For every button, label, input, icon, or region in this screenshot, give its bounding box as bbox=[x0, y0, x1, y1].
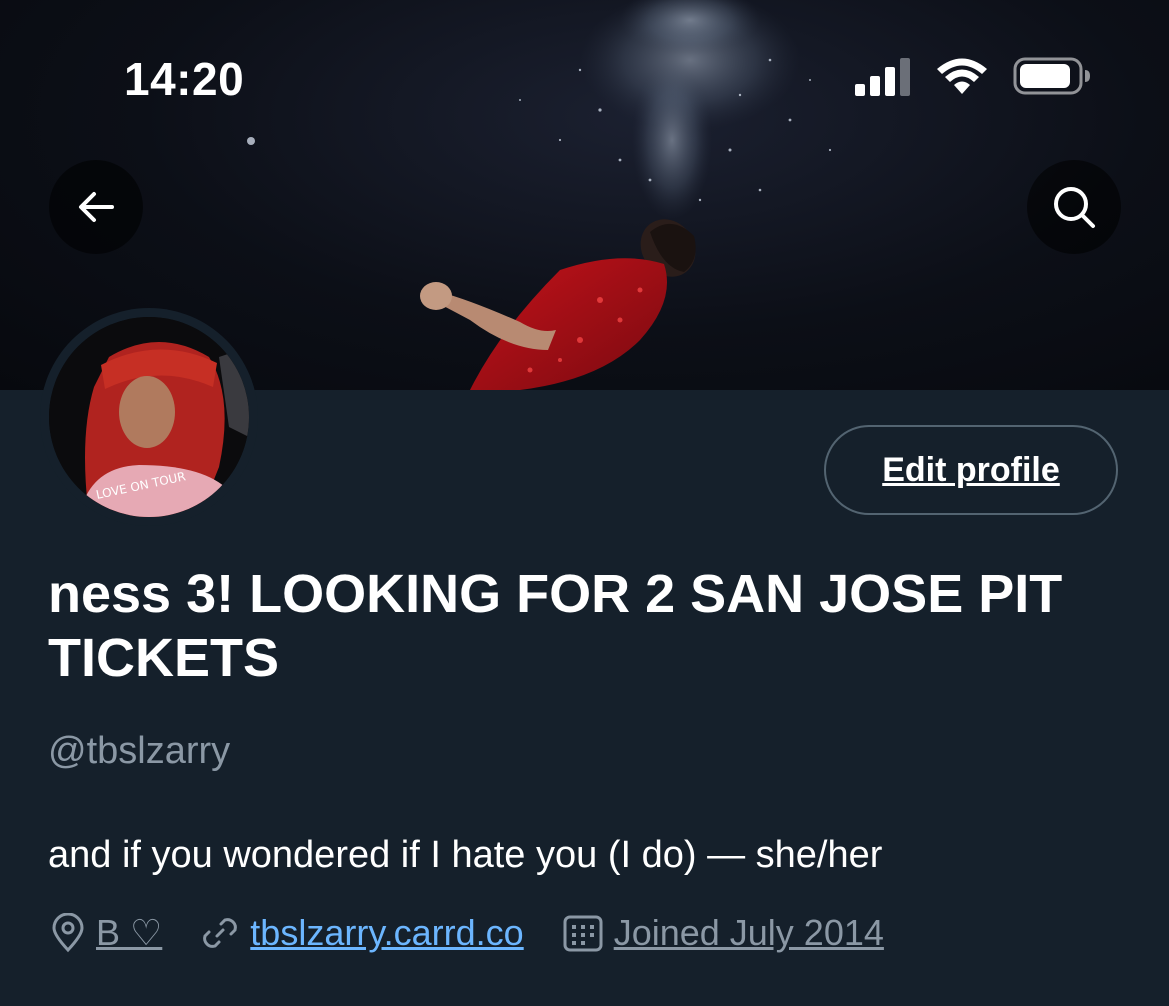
edit-profile-button[interactable]: Edit profile bbox=[824, 425, 1118, 515]
profile-display-name: ness 3! LOOKING FOR 2 SAN JOSE PIT TICKE… bbox=[48, 564, 1063, 688]
avatar-image: LOVE ON TOUR bbox=[49, 317, 249, 517]
battery-icon bbox=[1013, 57, 1090, 95]
search-icon bbox=[1054, 187, 1095, 228]
profile-location-text: B ♡ bbox=[96, 912, 163, 953]
avatar[interactable]: LOVE ON TOUR bbox=[40, 308, 258, 526]
performer-figure bbox=[420, 219, 696, 390]
back-button[interactable] bbox=[49, 160, 143, 254]
profile-screen: 14:20 LOVE ON TOUR Edit profile ness 3! … bbox=[0, 0, 1169, 1006]
profile-bio: and if you wondered if I hate you (I do)… bbox=[48, 834, 883, 876]
profile-location: B ♡ bbox=[50, 912, 162, 954]
profile-joined-text: Joined July 2014 bbox=[613, 912, 884, 953]
profile-handle: @tbslzarry bbox=[48, 730, 231, 772]
profile-meta-row: B ♡ tbslzarry.carrd.co Joined July 2014 bbox=[50, 912, 922, 954]
arrow-left-icon bbox=[79, 192, 114, 222]
wifi-icon bbox=[937, 58, 987, 94]
calendar-icon bbox=[563, 915, 603, 952]
profile-website[interactable]: tbslzarry.carrd.co bbox=[200, 912, 524, 954]
profile-website-link[interactable]: tbslzarry.carrd.co bbox=[250, 912, 523, 954]
search-button[interactable] bbox=[1027, 160, 1121, 254]
status-time: 14:20 bbox=[124, 53, 245, 105]
cellular-signal-icon bbox=[855, 58, 910, 96]
link-icon bbox=[203, 918, 238, 948]
status-icons bbox=[855, 56, 1091, 96]
location-pin-icon bbox=[52, 913, 84, 953]
profile-joined: Joined July 2014 bbox=[562, 912, 884, 954]
